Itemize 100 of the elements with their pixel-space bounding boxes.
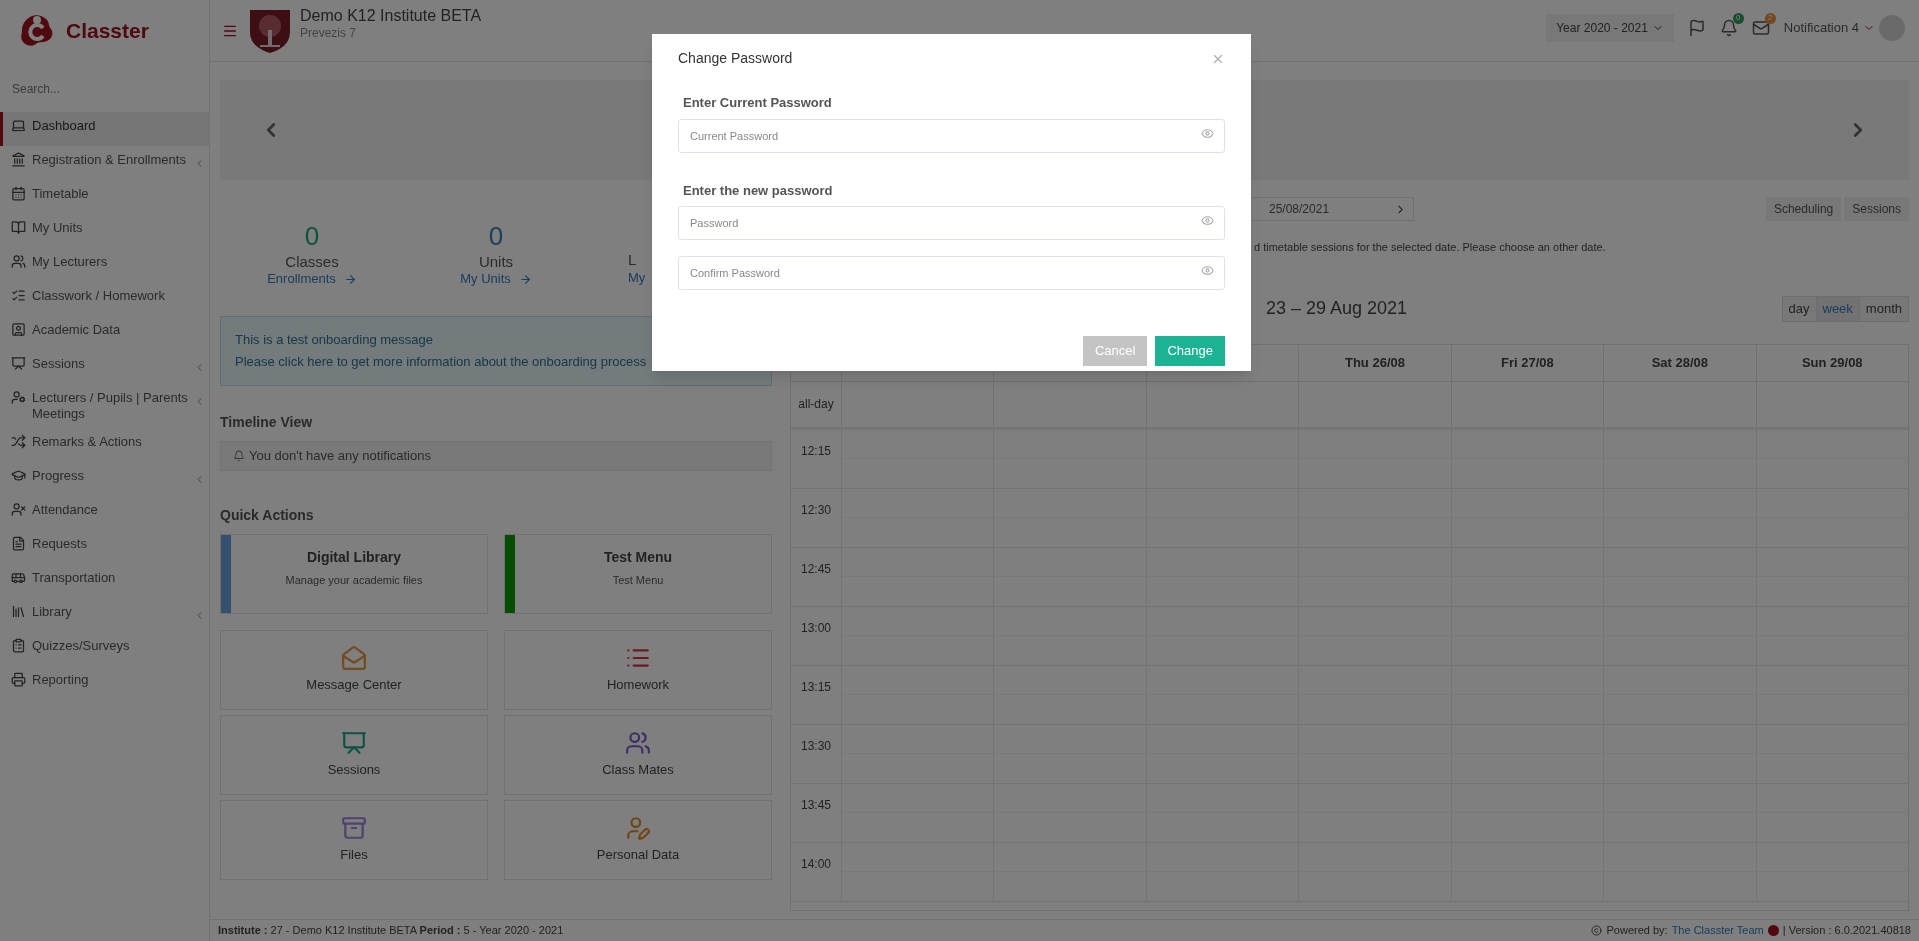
sidebar-item[interactable]: Academic Data <box>0 316 209 350</box>
sidebar-item[interactable]: Dashboard <box>0 112 209 146</box>
copyright-icon <box>1591 925 1603 936</box>
time-label: 13:15 <box>801 679 832 694</box>
quick-action-tile[interactable]: Files <box>220 800 488 880</box>
sidebar-item[interactable]: Classwork / Homework <box>0 282 209 316</box>
user-x-icon <box>11 502 26 517</box>
sidebar-item[interactable]: Remarks & Actions <box>0 428 209 462</box>
year-dropdown[interactable]: Year 2020 - 2021 <box>1546 13 1674 42</box>
password-field[interactable]: Password <box>678 206 1225 240</box>
day-header: Sun 29/08 <box>1755 344 1908 381</box>
sidebar-item[interactable]: Lecturers / Pupils | Parents Meetings <box>0 384 209 428</box>
eye-icon[interactable] <box>1201 214 1214 227</box>
quick-action-tile[interactable]: Class Mates <box>504 715 772 795</box>
sidebar-label: Lecturers / Pupils | Parents Meetings <box>32 390 189 422</box>
sidebar-item[interactable]: Transportation <box>0 564 209 598</box>
sidebar-item[interactable]: Library <box>0 598 209 632</box>
bell-icon[interactable] <box>1719 18 1738 37</box>
change-button[interactable]: Change <box>1155 336 1225 366</box>
search-field[interactable]: Search... <box>12 78 197 100</box>
flag-icon[interactable] <box>1687 18 1706 37</box>
view-tab[interactable]: month <box>1858 296 1908 321</box>
quick-action-tile[interactable]: Personal Data <box>504 800 772 880</box>
password-field[interactable]: Current Password <box>678 118 1225 153</box>
team-link[interactable]: The Classter Team <box>1671 922 1764 939</box>
sidebar-item[interactable]: Reporting <box>0 666 209 700</box>
user-menu[interactable]: Notification 4 <box>1783 17 1875 38</box>
sidebar-item[interactable]: Sessions <box>0 350 209 384</box>
stat-link[interactable]: My <box>628 269 646 286</box>
sidebar-label: Remarks & Actions <box>32 434 142 450</box>
section-heading: Timeline View <box>220 413 314 432</box>
presentation-icon <box>11 356 26 371</box>
tile-label: Files <box>340 846 368 865</box>
card-subtitle: Test Menu <box>612 573 664 588</box>
day-header: Thu 26/08 <box>1298 344 1451 381</box>
sidebar-item[interactable]: Timetable <box>0 180 209 214</box>
sidebar-label: Academic Data <box>32 322 121 338</box>
version-text: | Version : 6.0.2021.40818 <box>1782 923 1911 939</box>
time-label: 12:45 <box>801 561 832 576</box>
quick-action-tile[interactable]: Homework <box>504 630 772 710</box>
date-field[interactable]: 25/08/2021 <box>1250 197 1414 221</box>
eye-icon[interactable] <box>1201 264 1214 277</box>
sidebar-label: Transportation <box>32 570 116 586</box>
classter-logo-icon <box>20 13 54 49</box>
clipboard-icon <box>11 638 26 653</box>
card-title: Test Menu <box>603 548 673 567</box>
calendar-message: d timetable sessions for the selected date. Please choose an other date. <box>1254 240 1607 255</box>
sidebar-item[interactable]: My Units <box>0 214 209 248</box>
time-label: 13:00 <box>801 620 832 635</box>
sidebar-item[interactable]: My Lecturers <box>0 248 209 282</box>
quick-action-card[interactable]: Digital Library Manage your academic files <box>220 534 488 614</box>
day-header: Fri 27/08 <box>1450 344 1604 381</box>
calendar-title: 23 – 29 Aug 2021 <box>1266 297 1408 320</box>
bank-icon <box>11 152 26 167</box>
checklist-icon <box>11 288 26 303</box>
arrow-right-icon <box>518 272 532 286</box>
count-badge: 0 <box>1732 12 1744 24</box>
envelope-icon[interactable] <box>1751 18 1770 37</box>
mode-button[interactable]: Scheduling <box>1765 197 1842 221</box>
tile-label: Personal Data <box>596 846 680 865</box>
day-header: Sat 28/08 <box>1603 344 1756 381</box>
quick-action-tile[interactable]: Message Center <box>220 630 488 710</box>
sidebar-item[interactable]: Progress <box>0 462 209 496</box>
stat-link[interactable]: Enrollments <box>267 271 357 288</box>
stat-link[interactable]: My Units <box>460 271 532 288</box>
time-label: 12:15 <box>801 443 832 458</box>
sidebar-label: Timetable <box>32 186 89 202</box>
sidebar-label: Progress <box>32 468 85 484</box>
laptop-icon <box>11 118 26 133</box>
sidebar-label: Registration & Enrollments <box>32 152 186 168</box>
section-heading: Quick Actions <box>220 506 315 525</box>
bus-icon <box>11 570 26 585</box>
field-label: Enter the new password <box>683 181 834 200</box>
powered-by-text: Powered by: <box>1606 923 1668 939</box>
view-tab[interactable]: week <box>1815 296 1859 321</box>
arrow-right-icon <box>343 272 357 286</box>
stat-label: Units <box>478 252 514 272</box>
tile-label: Class Mates <box>602 761 674 780</box>
stat-value: 0 <box>304 220 320 253</box>
eye-icon[interactable] <box>1201 126 1214 140</box>
tile-label: Message Center <box>306 676 402 695</box>
all-day-label: all-day <box>798 396 834 413</box>
password-field[interactable]: Confirm Password <box>678 256 1225 290</box>
sidebar-label: My Units <box>32 220 83 236</box>
mode-button[interactable]: Sessions <box>1844 197 1909 221</box>
sidebar-item[interactable]: Requests <box>0 530 209 564</box>
people-icon <box>11 254 26 269</box>
time-label: 13:30 <box>801 738 832 753</box>
book-icon <box>11 220 26 235</box>
quick-action-card[interactable]: Test Menu Test Menu <box>504 534 772 614</box>
count-badge: 2 <box>1764 12 1776 24</box>
view-tab[interactable]: day <box>1782 296 1816 321</box>
user-card-icon <box>11 322 26 337</box>
sidebar-item[interactable]: Registration & Enrollments <box>0 146 209 180</box>
sidebar-item[interactable]: Attendance <box>0 496 209 530</box>
field-label: Enter Current Password <box>683 94 833 112</box>
sidebar-label: Classwork / Homework <box>32 288 165 304</box>
tile-label: Homework <box>606 676 670 695</box>
sidebar-item[interactable]: Quizzes/Surveys <box>0 632 209 666</box>
quick-action-tile[interactable]: Sessions <box>220 715 488 795</box>
